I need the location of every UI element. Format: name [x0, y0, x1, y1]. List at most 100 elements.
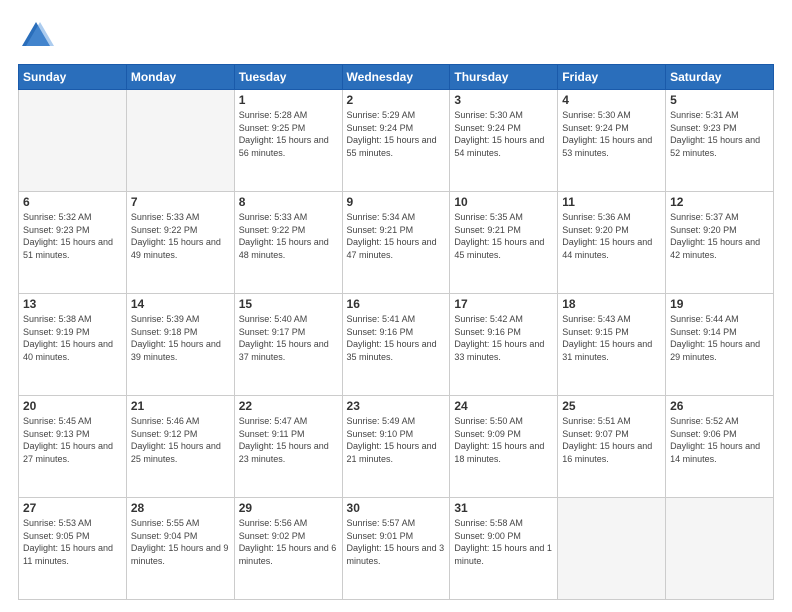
day-info: Sunrise: 5:37 AMSunset: 9:20 PMDaylight:… — [670, 211, 769, 261]
calendar-cell: 21 Sunrise: 5:46 AMSunset: 9:12 PMDayligh… — [126, 396, 234, 498]
day-number: 1 — [239, 93, 338, 107]
day-info: Sunrise: 5:49 AMSunset: 9:10 PMDaylight:… — [347, 415, 446, 465]
day-info: Sunrise: 5:50 AMSunset: 9:09 PMDaylight:… — [454, 415, 553, 465]
calendar-cell — [558, 498, 666, 600]
calendar-cell: 14 Sunrise: 5:39 AMSunset: 9:18 PMDayligh… — [126, 294, 234, 396]
day-number: 27 — [23, 501, 122, 515]
calendar-week-4: 20 Sunrise: 5:45 AMSunset: 9:13 PMDayligh… — [19, 396, 774, 498]
day-info: Sunrise: 5:43 AMSunset: 9:15 PMDaylight:… — [562, 313, 661, 363]
calendar-week-1: 1 Sunrise: 5:28 AMSunset: 9:25 PMDaylight… — [19, 90, 774, 192]
day-number: 14 — [131, 297, 230, 311]
calendar-cell: 20 Sunrise: 5:45 AMSunset: 9:13 PMDayligh… — [19, 396, 127, 498]
day-number: 28 — [131, 501, 230, 515]
calendar-cell — [19, 90, 127, 192]
day-info: Sunrise: 5:45 AMSunset: 9:13 PMDaylight:… — [23, 415, 122, 465]
calendar-table: SundayMondayTuesdayWednesdayThursdayFrid… — [18, 64, 774, 600]
calendar-header-tuesday: Tuesday — [234, 65, 342, 90]
calendar-header-thursday: Thursday — [450, 65, 558, 90]
day-number: 9 — [347, 195, 446, 209]
day-number: 20 — [23, 399, 122, 413]
calendar-cell: 24Sunrise: 5:50 AMSunset: 9:09 PMDayligh… — [450, 396, 558, 498]
calendar-cell: 5Sunrise: 5:31 AMSunset: 9:23 PMDaylight… — [666, 90, 774, 192]
day-number: 8 — [239, 195, 338, 209]
day-info: Sunrise: 5:53 AMSunset: 9:05 PMDaylight:… — [23, 517, 122, 567]
calendar-cell: 6 Sunrise: 5:32 AMSunset: 9:23 PMDaylight… — [19, 192, 127, 294]
calendar-cell — [666, 498, 774, 600]
day-number: 25 — [562, 399, 661, 413]
day-number: 15 — [239, 297, 338, 311]
day-number: 5 — [670, 93, 769, 107]
day-info: Sunrise: 5:36 AMSunset: 9:20 PMDaylight:… — [562, 211, 661, 261]
day-info: Sunrise: 5:30 AMSunset: 9:24 PMDaylight:… — [562, 109, 661, 159]
calendar-cell: 9 Sunrise: 5:34 AMSunset: 9:21 PMDaylight… — [342, 192, 450, 294]
calendar-cell: 8 Sunrise: 5:33 AMSunset: 9:22 PMDaylight… — [234, 192, 342, 294]
day-number: 30 — [347, 501, 446, 515]
day-number: 7 — [131, 195, 230, 209]
day-info: Sunrise: 5:55 AMSunset: 9:04 PMDaylight:… — [131, 517, 230, 567]
day-number: 11 — [562, 195, 661, 209]
calendar-header-row: SundayMondayTuesdayWednesdayThursdayFrid… — [19, 65, 774, 90]
page: SundayMondayTuesdayWednesdayThursdayFrid… — [0, 0, 792, 612]
calendar-cell: 31 Sunrise: 5:58 AMSunset: 9:00 PMDayligh… — [450, 498, 558, 600]
day-info: Sunrise: 5:56 AMSunset: 9:02 PMDaylight:… — [239, 517, 338, 567]
day-info: Sunrise: 5:30 AMSunset: 9:24 PMDaylight:… — [454, 109, 553, 159]
day-info: Sunrise: 5:28 AMSunset: 9:25 PMDaylight:… — [239, 109, 338, 159]
day-info: Sunrise: 5:52 AMSunset: 9:06 PMDaylight:… — [670, 415, 769, 465]
day-info: Sunrise: 5:57 AMSunset: 9:01 PMDaylight:… — [347, 517, 446, 567]
day-number: 19 — [670, 297, 769, 311]
calendar-cell: 10 Sunrise: 5:35 AMSunset: 9:21 PMDayligh… — [450, 192, 558, 294]
calendar-header-monday: Monday — [126, 65, 234, 90]
calendar-week-2: 6 Sunrise: 5:32 AMSunset: 9:23 PMDaylight… — [19, 192, 774, 294]
day-number: 6 — [23, 195, 122, 209]
calendar-cell: 28 Sunrise: 5:55 AMSunset: 9:04 PMDayligh… — [126, 498, 234, 600]
day-number: 13 — [23, 297, 122, 311]
day-number: 16 — [347, 297, 446, 311]
day-number: 29 — [239, 501, 338, 515]
day-info: Sunrise: 5:51 AMSunset: 9:07 PMDaylight:… — [562, 415, 661, 465]
day-info: Sunrise: 5:38 AMSunset: 9:19 PMDaylight:… — [23, 313, 122, 363]
calendar-week-5: 27 Sunrise: 5:53 AMSunset: 9:05 PMDayligh… — [19, 498, 774, 600]
day-info: Sunrise: 5:33 AMSunset: 9:22 PMDaylight:… — [239, 211, 338, 261]
day-number: 26 — [670, 399, 769, 413]
calendar-cell: 12 Sunrise: 5:37 AMSunset: 9:20 PMDayligh… — [666, 192, 774, 294]
day-info: Sunrise: 5:58 AMSunset: 9:00 PMDaylight:… — [454, 517, 553, 567]
logo — [18, 18, 58, 54]
day-info: Sunrise: 5:35 AMSunset: 9:21 PMDaylight:… — [454, 211, 553, 261]
calendar-header-sunday: Sunday — [19, 65, 127, 90]
calendar-cell: 13 Sunrise: 5:38 AMSunset: 9:19 PMDayligh… — [19, 294, 127, 396]
day-info: Sunrise: 5:47 AMSunset: 9:11 PMDaylight:… — [239, 415, 338, 465]
calendar-cell: 19Sunrise: 5:44 AMSunset: 9:14 PMDayligh… — [666, 294, 774, 396]
header — [18, 18, 774, 54]
day-info: Sunrise: 5:34 AMSunset: 9:21 PMDaylight:… — [347, 211, 446, 261]
calendar-cell: 29 Sunrise: 5:56 AMSunset: 9:02 PMDayligh… — [234, 498, 342, 600]
calendar-cell: 1 Sunrise: 5:28 AMSunset: 9:25 PMDaylight… — [234, 90, 342, 192]
calendar-cell: 23 Sunrise: 5:49 AMSunset: 9:10 PMDayligh… — [342, 396, 450, 498]
calendar-cell: 2Sunrise: 5:29 AMSunset: 9:24 PMDaylight… — [342, 90, 450, 192]
calendar-cell: 11 Sunrise: 5:36 AMSunset: 9:20 PMDayligh… — [558, 192, 666, 294]
day-number: 31 — [454, 501, 553, 515]
calendar-cell: 27 Sunrise: 5:53 AMSunset: 9:05 PMDayligh… — [19, 498, 127, 600]
day-info: Sunrise: 5:32 AMSunset: 9:23 PMDaylight:… — [23, 211, 122, 261]
day-info: Sunrise: 5:42 AMSunset: 9:16 PMDaylight:… — [454, 313, 553, 363]
day-number: 17 — [454, 297, 553, 311]
day-number: 2 — [347, 93, 446, 107]
day-info: Sunrise: 5:39 AMSunset: 9:18 PMDaylight:… — [131, 313, 230, 363]
day-number: 12 — [670, 195, 769, 209]
calendar-cell: 18Sunrise: 5:43 AMSunset: 9:15 PMDayligh… — [558, 294, 666, 396]
calendar-cell: 22Sunrise: 5:47 AMSunset: 9:11 PMDayligh… — [234, 396, 342, 498]
day-info: Sunrise: 5:40 AMSunset: 9:17 PMDaylight:… — [239, 313, 338, 363]
logo-icon — [18, 18, 54, 54]
calendar-cell: 25 Sunrise: 5:51 AMSunset: 9:07 PMDayligh… — [558, 396, 666, 498]
day-info: Sunrise: 5:46 AMSunset: 9:12 PMDaylight:… — [131, 415, 230, 465]
calendar-cell: 4Sunrise: 5:30 AMSunset: 9:24 PMDaylight… — [558, 90, 666, 192]
day-number: 23 — [347, 399, 446, 413]
calendar-cell: 15 Sunrise: 5:40 AMSunset: 9:17 PMDayligh… — [234, 294, 342, 396]
calendar-header-saturday: Saturday — [666, 65, 774, 90]
day-number: 21 — [131, 399, 230, 413]
day-info: Sunrise: 5:33 AMSunset: 9:22 PMDaylight:… — [131, 211, 230, 261]
calendar-cell: 7 Sunrise: 5:33 AMSunset: 9:22 PMDaylight… — [126, 192, 234, 294]
calendar-cell: 26 Sunrise: 5:52 AMSunset: 9:06 PMDayligh… — [666, 396, 774, 498]
calendar-header-friday: Friday — [558, 65, 666, 90]
calendar-cell: 30 Sunrise: 5:57 AMSunset: 9:01 PMDayligh… — [342, 498, 450, 600]
day-number: 10 — [454, 195, 553, 209]
